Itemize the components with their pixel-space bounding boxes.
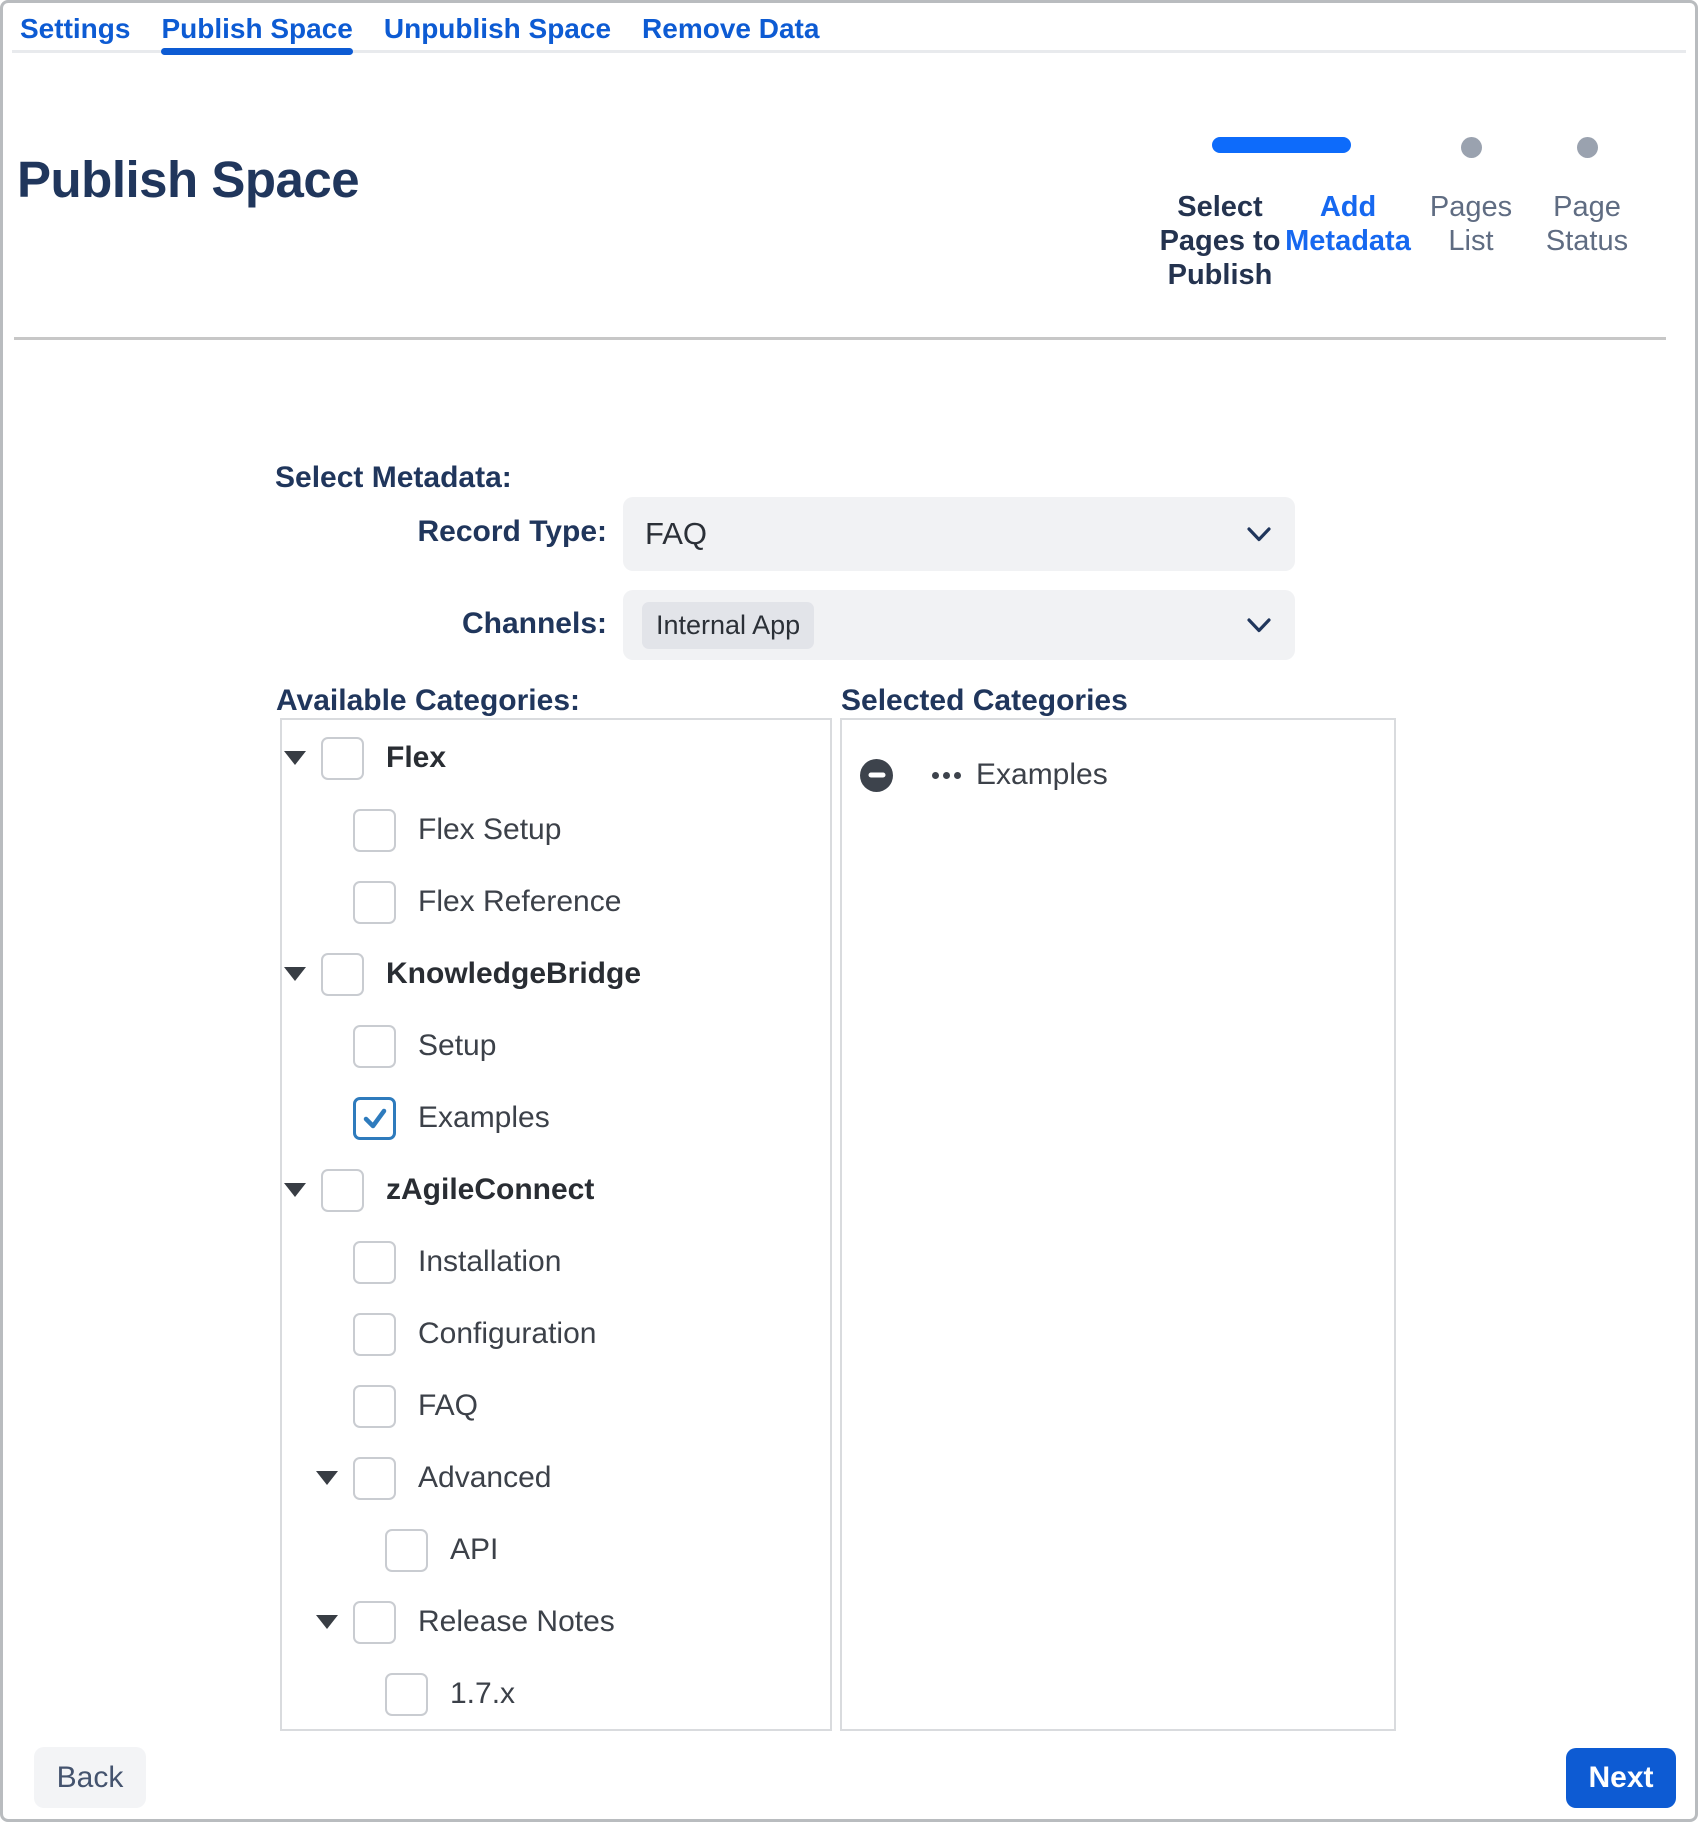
- tree-item-label: zAgileConnect: [386, 1173, 594, 1207]
- tab-remove-data[interactable]: Remove Data: [642, 3, 819, 55]
- stepper-labels: Select Pages to PublishAdd MetadataPages…: [1155, 190, 1647, 292]
- checkbox-faq[interactable]: [353, 1385, 396, 1428]
- next-button[interactable]: Next: [1566, 1748, 1676, 1808]
- tree-item-label: Release Notes: [418, 1605, 615, 1639]
- tree-item-zagileconnect: zAgileConnect: [282, 1154, 830, 1226]
- selected-categories-panel: Examples: [840, 718, 1396, 1731]
- tree-item-label: FAQ: [418, 1389, 478, 1423]
- tree-item-label: Setup: [418, 1029, 496, 1063]
- step-dot: [1461, 137, 1482, 158]
- tree-item-faq: FAQ: [282, 1370, 830, 1442]
- record-type-select[interactable]: FAQ: [623, 497, 1295, 571]
- available-categories-panel: Flex Flex Setup Flex Reference KnowledgeBri…: [280, 718, 832, 1731]
- caret-down-icon[interactable]: [284, 967, 306, 981]
- tree-item-label: 1.7.x: [450, 1677, 515, 1711]
- record-type-value: FAQ: [645, 516, 707, 552]
- tree-item-setup: Setup: [282, 1010, 830, 1082]
- tree-item-label: Flex Setup: [418, 813, 561, 847]
- step-dot: [1577, 137, 1598, 158]
- publish-space-window: Settings Publish Space Unpublish Space Remo…: [0, 0, 1698, 1822]
- tree-item-api: API: [282, 1514, 830, 1586]
- checkbox-advanced[interactable]: [353, 1457, 396, 1500]
- select-metadata-label: Select Metadata:: [275, 461, 512, 495]
- drag-handle-icon[interactable]: [932, 772, 961, 779]
- step-label-pages-list: Pages List: [1411, 190, 1531, 292]
- checkbox-configuration[interactable]: [353, 1313, 396, 1356]
- checkbox-flex-setup[interactable]: [353, 809, 396, 852]
- tree-item-label: Flex: [386, 741, 446, 775]
- caret-down-icon[interactable]: [316, 1615, 338, 1629]
- channel-chip: Internal App: [642, 602, 814, 649]
- tree-item-label: API: [450, 1533, 498, 1567]
- stepper: Select Pages to PublishAdd MetadataPages…: [1155, 137, 1647, 292]
- record-type-label: Record Type:: [275, 515, 607, 549]
- tree-item-installation: Installation: [282, 1226, 830, 1298]
- checkbox-flex-reference[interactable]: [353, 881, 396, 924]
- tree-item-label: Configuration: [418, 1317, 596, 1351]
- tree-item-label: Installation: [418, 1245, 561, 1279]
- checkbox-setup[interactable]: [353, 1025, 396, 1068]
- channels-select[interactable]: Internal App: [623, 590, 1295, 660]
- tree-item-label: Flex Reference: [418, 885, 621, 919]
- tree-item-flex-setup: Flex Setup: [282, 794, 830, 866]
- selected-item-examples: Examples: [860, 750, 1394, 800]
- checkbox-1-7-x[interactable]: [385, 1673, 428, 1716]
- page-title: Publish Space: [17, 151, 359, 210]
- stepper-track-cell: [1411, 137, 1531, 158]
- tree-item-knowledgebridge: KnowledgeBridge: [282, 938, 830, 1010]
- remove-icon[interactable]: [860, 759, 893, 792]
- tree-item-1-7-x: 1.7.x: [282, 1658, 830, 1730]
- tree-item-release-notes: Release Notes: [282, 1586, 830, 1658]
- tree-item-flex: Flex: [282, 722, 830, 794]
- checkbox-api[interactable]: [385, 1529, 428, 1572]
- checkbox-flex[interactable]: [321, 737, 364, 780]
- checkbox-knowledgebridge[interactable]: [321, 953, 364, 996]
- checkbox-release-notes[interactable]: [353, 1601, 396, 1644]
- tree-item-configuration: Configuration: [282, 1298, 830, 1370]
- caret-down-icon[interactable]: [284, 1183, 306, 1197]
- tree-item-label: Advanced: [418, 1461, 551, 1495]
- available-categories-label: Available Categories:: [276, 684, 580, 718]
- selected-item-label: Examples: [976, 758, 1108, 792]
- tab-publish-space[interactable]: Publish Space: [161, 3, 352, 55]
- header-divider: [14, 337, 1666, 340]
- tab-bar: Settings Publish Space Unpublish Space Remo…: [3, 3, 1695, 55]
- selected-categories-label: Selected Categories: [841, 684, 1128, 718]
- checkbox-installation[interactable]: [353, 1241, 396, 1284]
- stepper-track: [1155, 137, 1647, 153]
- checkbox-examples[interactable]: [353, 1097, 396, 1140]
- chevron-down-icon: [1247, 618, 1271, 633]
- tab-unpublish-space[interactable]: Unpublish Space: [384, 3, 611, 55]
- channels-label: Channels:: [275, 607, 607, 641]
- step-label-select-pages-to-publish: Select Pages to Publish: [1155, 190, 1285, 292]
- step-label-add-metadata: Add Metadata: [1285, 190, 1411, 292]
- tab-settings[interactable]: Settings: [20, 3, 130, 55]
- tree-item-examples: Examples: [282, 1082, 830, 1154]
- tree-item-flex-reference: Flex Reference: [282, 866, 830, 938]
- back-button[interactable]: Back: [34, 1747, 146, 1808]
- stepper-progress-pill: [1212, 137, 1351, 153]
- checkbox-zagileconnect[interactable]: [321, 1169, 364, 1212]
- tree-item-advanced: Advanced: [282, 1442, 830, 1514]
- tree-item-label: KnowledgeBridge: [386, 957, 641, 991]
- chevron-down-icon: [1247, 527, 1271, 542]
- stepper-track-cell: [1531, 137, 1643, 158]
- step-label-page-status: Page Status: [1531, 190, 1643, 292]
- caret-down-icon[interactable]: [284, 751, 306, 765]
- tree-item-label: Examples: [418, 1101, 550, 1135]
- caret-down-icon[interactable]: [316, 1471, 338, 1485]
